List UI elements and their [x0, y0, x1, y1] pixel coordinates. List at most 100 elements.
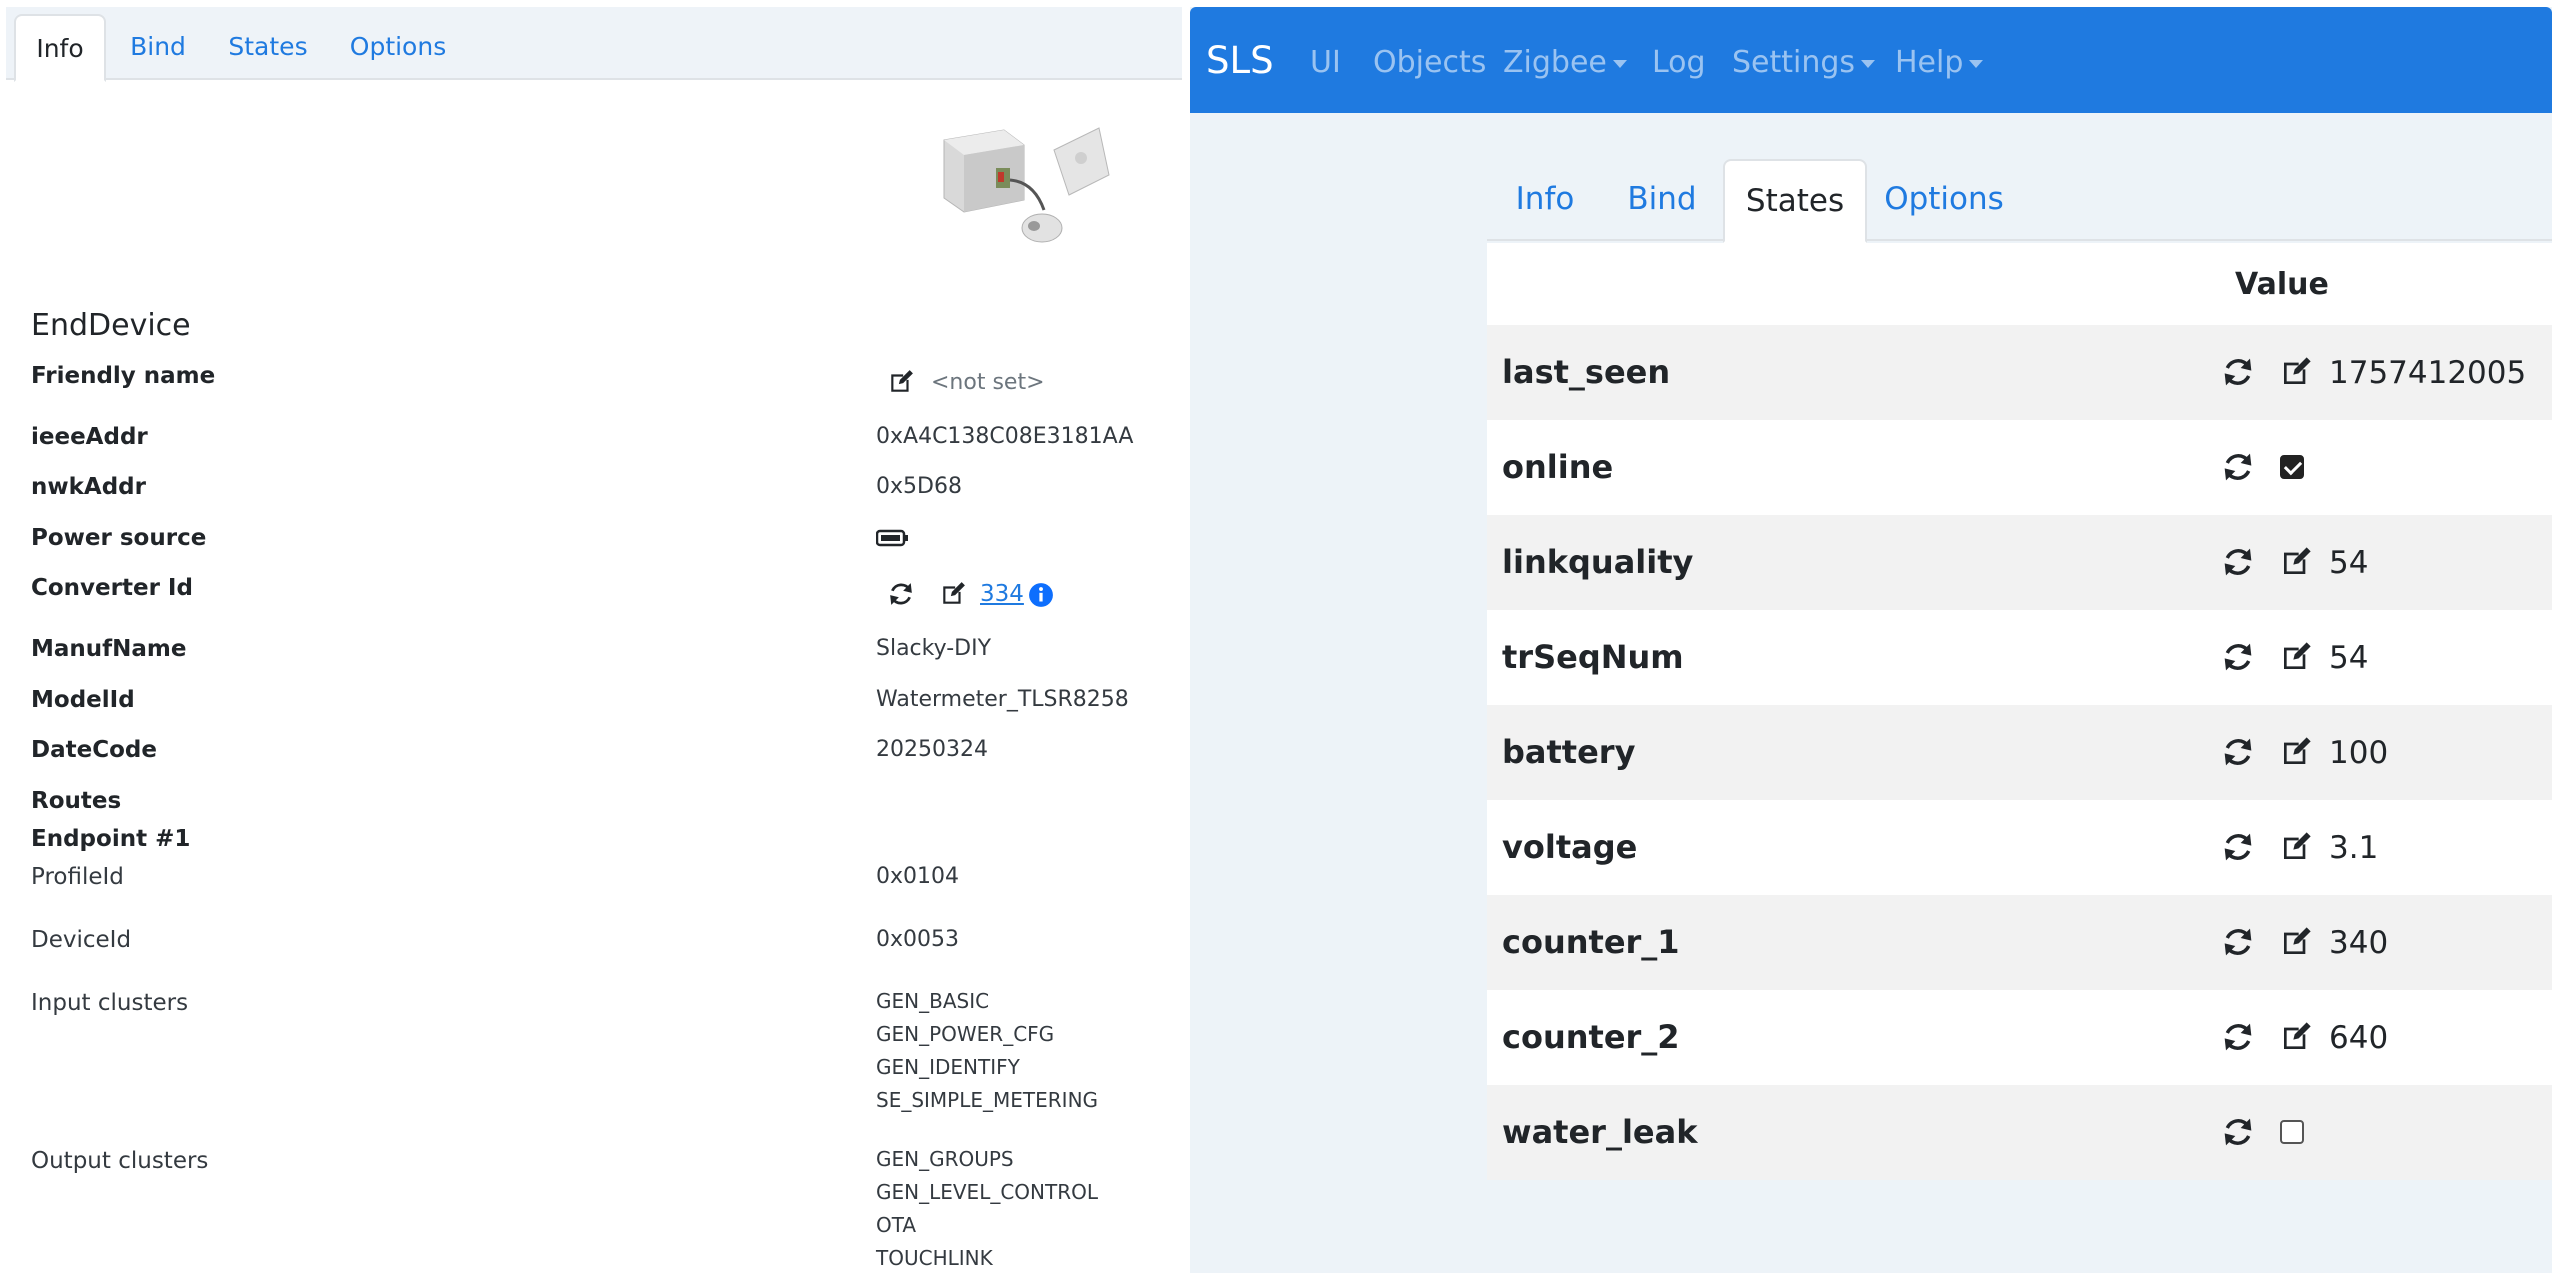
converter-id-label: Converter Id	[31, 575, 193, 601]
tab-info[interactable]: Info	[14, 14, 106, 82]
table-row: trSeqNum 54	[1487, 610, 2552, 705]
manuf-name-value: Slacky-DIY	[876, 636, 992, 661]
endpoint-label: Endpoint #1	[31, 826, 191, 852]
device-id-label: DeviceId	[31, 927, 132, 953]
caret-down-icon	[1861, 59, 1876, 68]
list-item: GEN_GROUPS	[876, 1147, 1014, 1171]
edit-icon[interactable]	[2280, 546, 2312, 578]
edit-icon[interactable]	[2280, 736, 2312, 768]
device-tabs: Info Bind States Options	[6, 7, 1182, 82]
list-item: GEN_POWER_CFG	[876, 1022, 1055, 1046]
refresh-icon[interactable]	[2222, 1021, 2254, 1053]
state-value: 3.1	[2329, 830, 2379, 866]
tab-options[interactable]: Options	[340, 14, 456, 82]
nav-zigbee[interactable]: Zigbee	[1503, 45, 1627, 80]
state-name: battery	[1502, 733, 1636, 771]
tab-bind[interactable]: Bind	[114, 14, 202, 82]
state-value: 100	[2329, 735, 2389, 771]
state-value: 54	[2329, 545, 2369, 581]
profile-id-value: 0x0104	[876, 864, 960, 889]
table-row: linkquality 54	[1487, 515, 2552, 610]
device-image	[943, 127, 1110, 243]
refresh-icon[interactable]	[2222, 1116, 2254, 1148]
table-row: last_seen 1757412005	[1487, 325, 2552, 420]
tab-options[interactable]: Options	[1869, 159, 2019, 241]
profile-id-label: ProfileId	[31, 864, 124, 890]
state-value: 54	[2329, 640, 2369, 676]
state-name: last_seen	[1502, 353, 1671, 391]
output-clusters-label: Output clusters	[31, 1148, 209, 1174]
table-row: counter_2 640	[1487, 990, 2552, 1085]
refresh-icon[interactable]	[2222, 451, 2254, 483]
list-item: TOUCHLINK	[876, 1246, 993, 1270]
edit-icon[interactable]	[2280, 926, 2312, 958]
state-name: online	[1502, 448, 1614, 486]
table-header: Value	[1487, 243, 2552, 325]
caret-down-icon	[1969, 59, 1984, 68]
ieee-addr-label: ieeeAddr	[31, 424, 148, 450]
info-icon[interactable]	[1028, 582, 1054, 608]
state-name: trSeqNum	[1502, 638, 1684, 676]
table-row: counter_1 340	[1487, 895, 2552, 990]
date-code-label: DateCode	[31, 737, 157, 763]
date-code-value: 20250324	[876, 737, 988, 762]
nav-ui[interactable]: UI	[1310, 45, 1341, 80]
table-row: online	[1487, 420, 2552, 515]
edit-icon[interactable]	[940, 581, 966, 607]
refresh-icon[interactable]	[2222, 641, 2254, 673]
refresh-icon[interactable]	[2222, 546, 2254, 578]
model-id-label: ModelId	[31, 687, 135, 713]
device-id-value: 0x0053	[876, 927, 960, 952]
friendly-name-label: Friendly name	[31, 363, 216, 389]
state-checkbox[interactable]	[2280, 1120, 2304, 1144]
power-source-label: Power source	[31, 525, 207, 551]
converter-id-link[interactable]: 334	[980, 581, 1024, 607]
nwk-addr-label: nwkAddr	[31, 474, 146, 500]
edit-icon[interactable]	[2280, 831, 2312, 863]
refresh-icon[interactable]	[2222, 831, 2254, 863]
tab-states[interactable]: States	[218, 14, 318, 82]
edit-icon[interactable]	[888, 369, 914, 395]
edit-icon[interactable]	[2280, 356, 2312, 388]
edit-icon[interactable]	[2280, 641, 2312, 673]
caret-down-icon	[1612, 59, 1627, 68]
model-id-value: Watermeter_TLSR8258	[876, 687, 1129, 712]
state-name: water_leak	[1502, 1113, 1698, 1151]
battery-icon	[876, 529, 908, 547]
state-value: 640	[2329, 1020, 2389, 1056]
device-tabs: Info Bind States Options	[1487, 159, 2552, 243]
brand-logo[interactable]: SLS	[1206, 39, 1274, 82]
manuf-name-label: ManufName	[31, 636, 187, 662]
states-panel: SLS UI Objects Zigbee Log Settings Help …	[1190, 7, 2552, 1273]
refresh-icon[interactable]	[888, 581, 914, 607]
tab-states[interactable]: States	[1723, 159, 1867, 243]
state-name: linkquality	[1502, 543, 1694, 581]
state-name: voltage	[1502, 828, 1638, 866]
routes-label: Routes	[31, 788, 122, 814]
nav-settings[interactable]: Settings	[1732, 45, 1876, 80]
state-value: 1757412005	[2329, 355, 2527, 391]
nwk-addr-value: 0x5D68	[876, 474, 962, 499]
friendly-name-value: <not set>	[931, 370, 1045, 395]
refresh-icon[interactable]	[2222, 356, 2254, 388]
tab-info[interactable]: Info	[1487, 159, 1603, 241]
list-item: SE_SIMPLE_METERING	[876, 1088, 1099, 1112]
list-item: GEN_IDENTIFY	[876, 1055, 1020, 1079]
state-checkbox[interactable]	[2280, 455, 2304, 479]
edit-icon[interactable]	[2280, 1021, 2312, 1053]
nav-log[interactable]: Log	[1652, 45, 1706, 80]
state-value: 340	[2329, 925, 2389, 961]
table-row: battery 100	[1487, 705, 2552, 800]
list-item: GEN_LEVEL_CONTROL	[876, 1180, 1099, 1204]
output-clusters-list: GEN_GROUPS GEN_LEVEL_CONTROL OTA TOUCHLI…	[876, 1143, 1098, 1275]
nav-help[interactable]: Help	[1895, 45, 1984, 80]
state-name: counter_1	[1502, 923, 1680, 961]
navbar: SLS UI Objects Zigbee Log Settings Help	[1190, 7, 2552, 113]
tab-bind[interactable]: Bind	[1603, 159, 1721, 241]
table-row: water_leak	[1487, 1085, 2552, 1180]
list-item: OTA	[876, 1213, 917, 1237]
nav-objects[interactable]: Objects	[1373, 45, 1486, 80]
refresh-icon[interactable]	[2222, 926, 2254, 958]
refresh-icon[interactable]	[2222, 736, 2254, 768]
states-table: Value last_seen 1757412005 online linkquali…	[1487, 243, 2552, 1180]
